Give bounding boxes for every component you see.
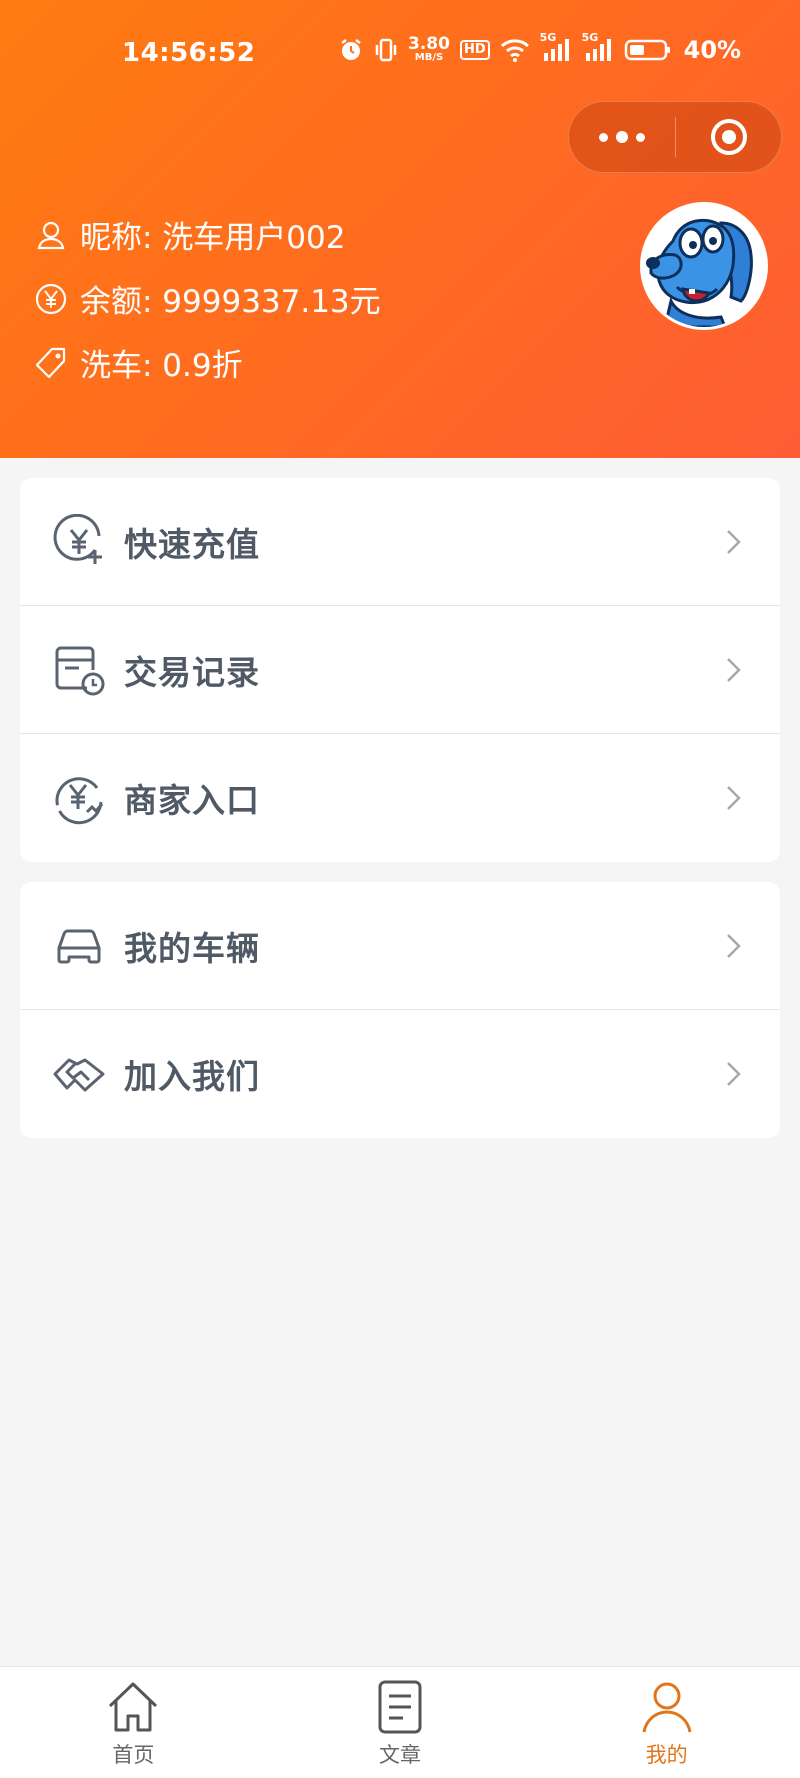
chevron-right-icon [727,1062,741,1086]
car-icon [50,917,108,975]
balance-text: 余额: 9999337.13元 [80,284,381,320]
chevron-right-icon [727,933,741,958]
close-target-icon[interactable] [676,102,781,172]
cartoon-dog-avatar [643,205,765,327]
yuan-circle-icon [32,280,70,318]
hd-icon: HD [459,40,490,60]
tab-label: 首页 [112,1743,155,1767]
alarm-icon [338,37,364,63]
nickname-line: 昵称: 洗车用户002 [32,212,345,257]
menu-label: 加入我们 [124,1057,260,1096]
menu-label: 快速充值 [124,524,260,564]
tab-home[interactable]: 首页 [0,1667,267,1778]
mini-program-capsule [568,101,782,173]
menu-card-more: 我的车辆 加入我们 [20,882,780,1138]
discount-line: 洗车: 0.9折 [32,340,243,385]
handshake-icon [50,1045,108,1103]
menu-card-account: 快速充值 交易记录 商家入口 [20,478,780,862]
balance-line: 余额: 9999337.13元 [32,276,381,321]
article-icon [370,1677,430,1737]
user-icon [637,1677,697,1737]
status-time: 14:56:52 [122,38,256,68]
record-clock-icon [50,641,108,699]
avatar[interactable] [640,202,768,330]
tag-icon [32,344,70,382]
tab-mine[interactable]: 我的 [533,1667,800,1778]
user-outline-icon [32,216,70,254]
chevron-right-icon [727,529,741,554]
status-bar: 14:56:52 3.80 MB/S HD 5G 5G 40% [0,0,800,100]
menu-item-quick-recharge[interactable]: 快速充值 [20,478,780,606]
menu-label: 交易记录 [124,652,260,692]
chevron-right-icon [727,657,741,682]
menu-item-my-vehicles[interactable]: 我的车辆 [20,882,780,1010]
yuan-merchant-icon [50,769,108,827]
signal-label: 5G [539,31,557,44]
menu-item-merchant-entry[interactable]: 商家入口 [20,734,780,862]
net-speed-unit: MB/S [414,52,444,63]
menu-label: 我的车辆 [124,928,260,968]
discount-text: 洗车: 0.9折 [80,348,243,384]
more-dots-icon[interactable] [569,102,675,172]
signal-label: 5G [581,31,599,44]
menu-label: 商家入口 [124,781,260,820]
network-speed: 3.80 MB/S [408,34,450,64]
battery-icon [624,37,672,63]
home-icon [103,1677,163,1737]
battery-percent: 40% [683,36,742,64]
signal-icon: 5G [582,31,614,63]
net-speed-value: 3.80 [408,34,450,54]
yuan-plus-icon [50,513,108,571]
menu-item-transaction-records[interactable]: 交易记录 [20,606,780,734]
tab-articles[interactable]: 文章 [267,1667,534,1778]
signal-icon: 5G [540,31,572,63]
bottom-tab-bar: 首页 文章 我的 [0,1666,800,1778]
tab-label: 我的 [645,1743,688,1767]
menu-item-join-us[interactable]: 加入我们 [20,1010,780,1138]
vibrate-icon [374,37,398,63]
tab-label: 文章 [379,1743,421,1767]
page: 14:56:52 3.80 MB/S HD 5G 5G 40% 昵称: 洗车用户… [0,0,800,1778]
nickname-text: 昵称: 洗车用户002 [80,220,346,256]
chevron-right-icon [727,786,741,810]
wifi-icon [500,37,530,63]
profile-header: 14:56:52 3.80 MB/S HD 5G 5G 40% 昵称: 洗车用户… [0,0,800,458]
status-icons: 3.80 MB/S HD 5G 5G 40% [338,31,742,64]
